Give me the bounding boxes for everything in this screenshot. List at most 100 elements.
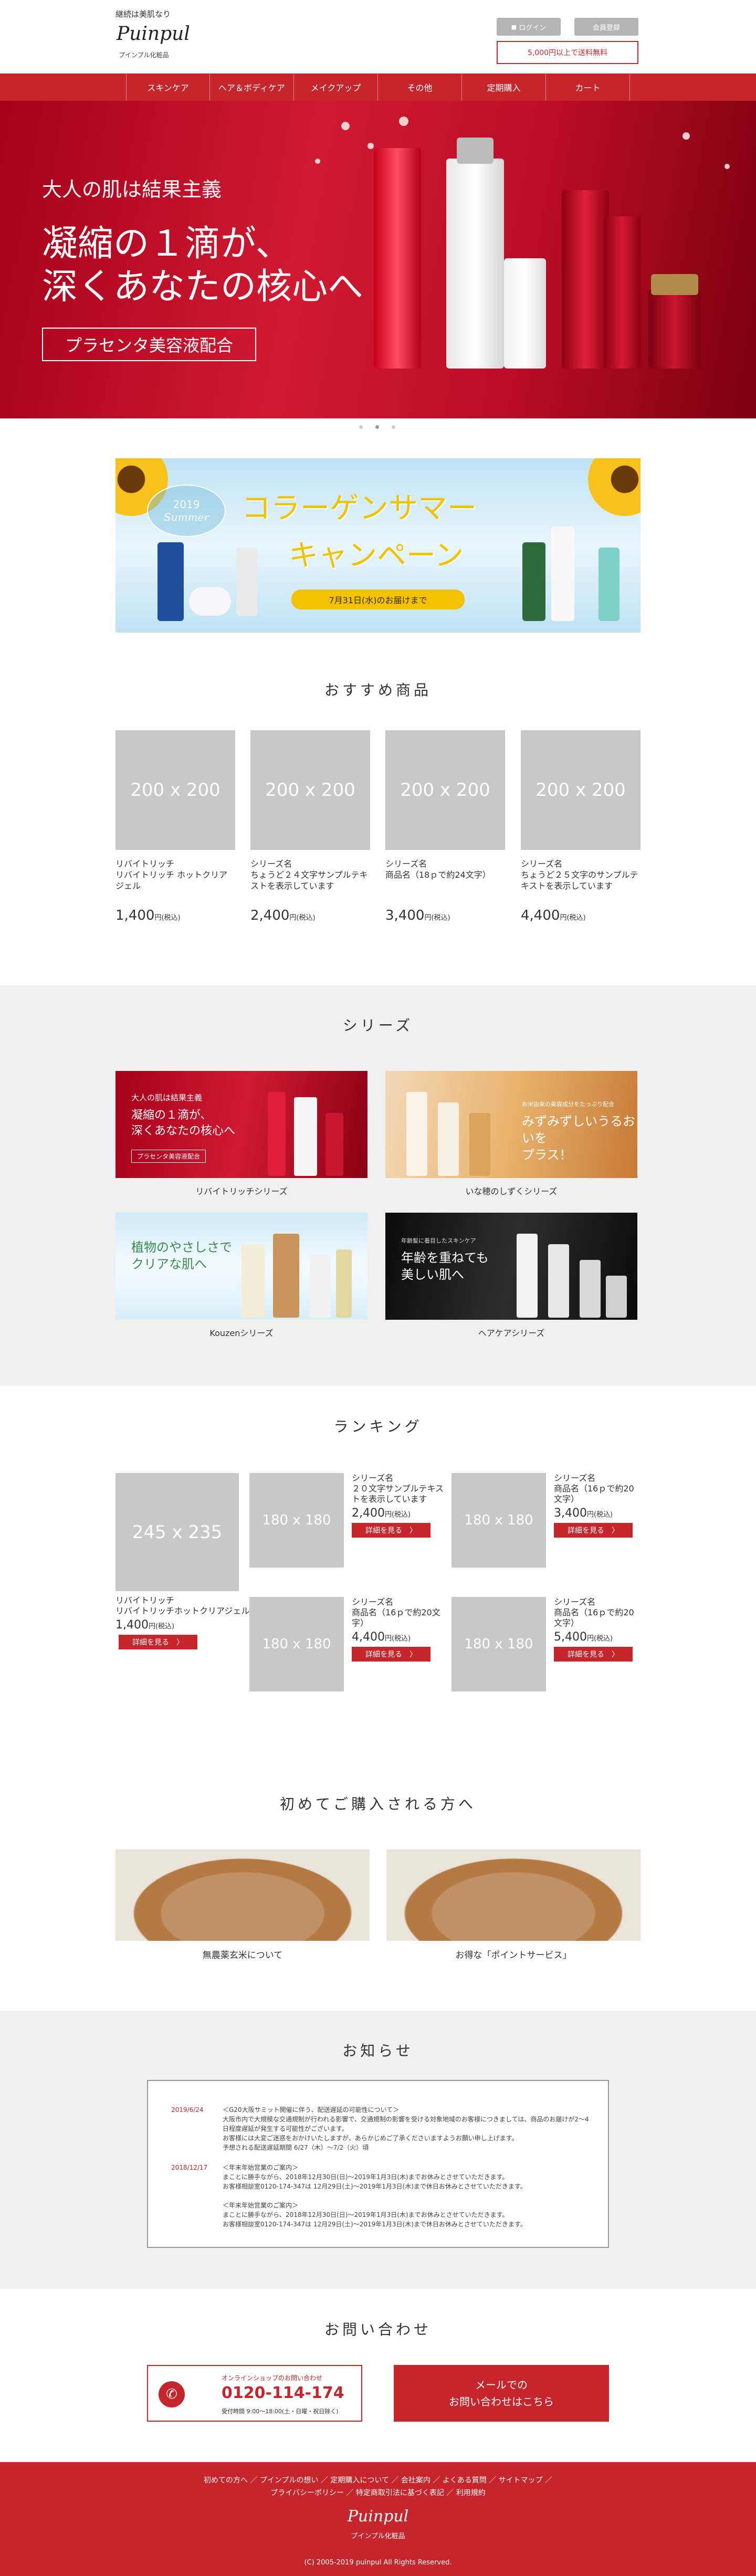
pager-dot[interactable] bbox=[359, 425, 363, 429]
ranking-item-1[interactable]: 245 x 235 リバイトリッチ リバイトリッチホットクリアジェル 1,400… bbox=[116, 1473, 249, 1649]
nav-item-hair-body[interactable]: ヘア＆ボディケア bbox=[210, 73, 294, 101]
news-date: 2019/6/24 bbox=[171, 2106, 204, 2114]
ranking-price: 3,400円(税込) bbox=[554, 1507, 613, 1520]
product-image[interactable]: 200 x 200 bbox=[116, 730, 235, 850]
ranking-image[interactable]: 180 x 180 bbox=[249, 1597, 344, 1691]
product-name[interactable]: シリーズ名 ちょうど２４文字サンプルテキストを表示しています bbox=[250, 858, 370, 892]
series-label[interactable]: Kouzenシリーズ bbox=[116, 1326, 368, 1339]
ranking-item-2[interactable]: 180 x 180 bbox=[249, 1473, 344, 1568]
product-image[interactable]: 200 x 200 bbox=[385, 730, 505, 850]
register-button[interactable]: 会員登録 bbox=[574, 18, 638, 36]
footer-links-1[interactable]: 初めての方へ ／ プインプルの想い ／ 定期購入について ／ 会社案内 ／ よく… bbox=[0, 2475, 756, 2485]
nav-item-skincare[interactable]: スキンケア bbox=[126, 73, 210, 101]
product-price: 1,400円(税込) bbox=[116, 908, 181, 923]
series-label[interactable]: いな穂のしずくシリーズ bbox=[385, 1184, 637, 1197]
first-time-link[interactable]: 無農薬玄米について bbox=[116, 1948, 370, 1961]
light-dot bbox=[368, 143, 374, 149]
ranking-image[interactable]: 180 x 180 bbox=[249, 1473, 344, 1568]
series-label[interactable]: リバイトリッチシリーズ bbox=[116, 1184, 368, 1197]
free-shipping-notice: 5,000円以上で送料無料 bbox=[497, 41, 638, 64]
login-label: ログイン bbox=[519, 24, 547, 32]
pager-dot[interactable] bbox=[392, 425, 395, 429]
ranking-name[interactable]: シリーズ名 商品名（16ｐで約20文字） bbox=[554, 1473, 640, 1505]
detail-button[interactable]: 詳細を見る 〉 bbox=[119, 1635, 197, 1649]
ranking-name[interactable]: シリーズ名 商品名（16ｐで約20文字） bbox=[352, 1597, 452, 1628]
nav-item-makeup[interactable]: メイクアップ bbox=[294, 73, 378, 101]
brown-rice-image[interactable] bbox=[116, 1849, 370, 1941]
product-name[interactable]: シリーズ名 ちょうど２５文字のサンプルテキストを表示しています bbox=[521, 858, 640, 892]
campaign-banner[interactable]: 2019 Summer コラーゲンサマー キャンペーン 7月31日(水)のお届け… bbox=[116, 458, 640, 633]
news-date: 2018/12/17 bbox=[171, 2164, 208, 2171]
ranking-image[interactable]: 180 x 180 bbox=[452, 1473, 546, 1568]
copyright: (C) 2005-2019 puinpul All Rights Reserve… bbox=[304, 2559, 452, 2567]
hero-badge: プラセンタ美容液配合 bbox=[42, 328, 256, 361]
detail-button[interactable]: 詳細を見る 〉 bbox=[554, 1523, 633, 1538]
phone-contact-box[interactable]: ✆ オンラインショップのお問い合わせ 0120-114-174 受付時間 9:0… bbox=[147, 2365, 362, 2422]
ranking-name[interactable]: リバイトリッチ リバイトリッチホットクリアジェル bbox=[116, 1595, 249, 1616]
series-image[interactable]: 植物のやさしさで クリアな肌へ bbox=[116, 1213, 368, 1320]
product-card[interactable]: 200 x 200 リバイトリッチ リバイトリッチ ホットクリアジェル 1,40… bbox=[116, 730, 235, 923]
detail-button[interactable]: 詳細を見る 〉 bbox=[554, 1647, 633, 1662]
nav-item-cart[interactable]: カート bbox=[546, 73, 630, 101]
mail-button-line1: メールでの bbox=[475, 2379, 528, 2391]
footer-logo-subtitle: プインプル化粧品 bbox=[351, 2532, 405, 2540]
sunflower-image bbox=[588, 458, 640, 516]
ranking-item-5[interactable]: 180 x 180 bbox=[452, 1597, 546, 1691]
series-image[interactable]: お米由来の美容成分をたっぷり配合 みずみずしいうるおいを プラス！ bbox=[385, 1071, 637, 1178]
ranking-name[interactable]: シリーズ名 ２０文字サンプルテキストを表示しています bbox=[352, 1473, 452, 1505]
logo[interactable]: Puinpul bbox=[117, 23, 190, 45]
news-box[interactable]: 2019/6/24 ＜G20大阪サミット開催に伴う、配送遅延の可能性について＞ … bbox=[147, 2080, 609, 2248]
product-name[interactable]: シリーズ名 商品名（18ｐで約24文字） bbox=[385, 858, 505, 892]
phone-icon: ✆ bbox=[159, 2381, 185, 2407]
point-service-image[interactable] bbox=[386, 1849, 640, 1941]
product-price: 2,400円(税込) bbox=[250, 908, 316, 923]
product-card[interactable]: 200 x 200 シリーズ名 商品名（18ｐで約24文字） 3,400円(税込… bbox=[385, 730, 505, 923]
series-card-haircare[interactable]: 年齢髪に着目したスキンケア 年齢を重ねても 美しい肌へ ヘアケアシリーズ bbox=[385, 1213, 637, 1339]
nav-item-other[interactable]: その他 bbox=[378, 73, 462, 101]
series-image[interactable]: 年齢髪に着目したスキンケア 年齢を重ねても 美しい肌へ bbox=[385, 1213, 637, 1320]
ranking-price: 4,400円(税込) bbox=[352, 1631, 411, 1644]
nav-item-subscription[interactable]: 定期購入 bbox=[462, 73, 546, 101]
series-card-kouzen[interactable]: 植物のやさしさで クリアな肌へ Kouzenシリーズ bbox=[116, 1213, 368, 1339]
series-card-inaho[interactable]: お米由来の美容成分をたっぷり配合 みずみずしいうるおいを プラス！ いな穂のしず… bbox=[385, 1071, 637, 1197]
pager-dot-active[interactable] bbox=[375, 425, 379, 429]
product-card[interactable]: 200 x 200 シリーズ名 ちょうど２５文字のサンプルテキストを表示していま… bbox=[521, 730, 640, 923]
series-card-revitrich[interactable]: 大人の肌は結果主義 凝縮の１滴が、 深くあなたの核心へ プラセンタ美容液配合 リ… bbox=[116, 1071, 368, 1197]
first-time-title: 初めてご購入される方へ bbox=[279, 1795, 476, 1813]
first-time-link[interactable]: お得な「ポイントサービス」 bbox=[386, 1948, 640, 1961]
ranking-image[interactable]: 180 x 180 bbox=[452, 1597, 546, 1691]
product-image[interactable]: 200 x 200 bbox=[250, 730, 370, 850]
recommended-title: おすすめ商品 bbox=[324, 681, 432, 699]
detail-button[interactable]: 詳細を見る 〉 bbox=[352, 1523, 430, 1538]
site-footer: 初めての方へ ／ プインプルの想い ／ 定期購入について ／ 会社案内 ／ よく… bbox=[0, 2462, 756, 2576]
hero-headline-line1: 凝縮の１滴が、 bbox=[42, 223, 291, 265]
logo-subtitle: プインプル化粧品 bbox=[119, 51, 169, 59]
light-dot bbox=[315, 159, 320, 164]
ranking-item-3[interactable]: 180 x 180 bbox=[452, 1473, 546, 1568]
series-section bbox=[0, 985, 756, 1386]
product-image[interactable]: 200 x 200 bbox=[521, 730, 640, 850]
phone-number[interactable]: 0120-114-174 bbox=[222, 2384, 344, 2402]
product-card[interactable]: 200 x 200 シリーズ名 ちょうど２４文字サンプルテキストを表示しています… bbox=[250, 730, 370, 923]
product-name[interactable]: リバイトリッチ リバイトリッチ ホットクリアジェル bbox=[116, 858, 235, 892]
footer-logo[interactable]: Puinpul bbox=[0, 2507, 756, 2526]
hero-banner[interactable]: 大人の肌は結果主義 凝縮の１滴が、 深くあなたの核心へ プラセンタ美容液配合 bbox=[0, 101, 756, 418]
mail-contact-button[interactable]: メールでの お問い合わせはこちら bbox=[394, 2365, 609, 2422]
ranking-info-4: シリーズ名 商品名（16ｐで約20文字） 4,400円(税込) 詳細を見る 〉 bbox=[352, 1597, 452, 1662]
news-body: ＜年末年始営業のご案内＞ まことに勝手ながら、2018年12月30日(日)〜20… bbox=[223, 2164, 527, 2228]
footer-links-2[interactable]: プライバシーポリシー ／ 特定商取引法に基づく表記 ／ 利用規約 bbox=[0, 2487, 756, 2498]
ranking-item-4[interactable]: 180 x 180 bbox=[249, 1597, 344, 1691]
campaign-deadline: 7月31日(水)のお届けまで bbox=[291, 590, 465, 609]
ranking-image[interactable]: 245 x 235 bbox=[116, 1473, 239, 1591]
detail-button[interactable]: 詳細を見る 〉 bbox=[352, 1647, 430, 1662]
login-button[interactable]: ■ ログイン bbox=[497, 18, 561, 36]
ranking-info-2: シリーズ名 ２０文字サンプルテキストを表示しています 2,400円(税込) 詳細… bbox=[352, 1473, 452, 1538]
ranking-name[interactable]: シリーズ名 商品名（16ｐで約20文字） bbox=[554, 1597, 640, 1628]
product-price: 4,400円(税込) bbox=[521, 908, 586, 923]
hero-pager bbox=[359, 425, 395, 429]
series-label[interactable]: ヘアケアシリーズ bbox=[385, 1326, 637, 1339]
campaign-season: Summer bbox=[164, 511, 209, 523]
light-dot bbox=[399, 117, 408, 126]
ranking-info-5: シリーズ名 商品名（16ｐで約20文字） 5,400円(税込) 詳細を見る 〉 bbox=[554, 1597, 640, 1662]
series-image[interactable]: 大人の肌は結果主義 凝縮の１滴が、 深くあなたの核心へ プラセンタ美容液配合 bbox=[116, 1071, 368, 1178]
